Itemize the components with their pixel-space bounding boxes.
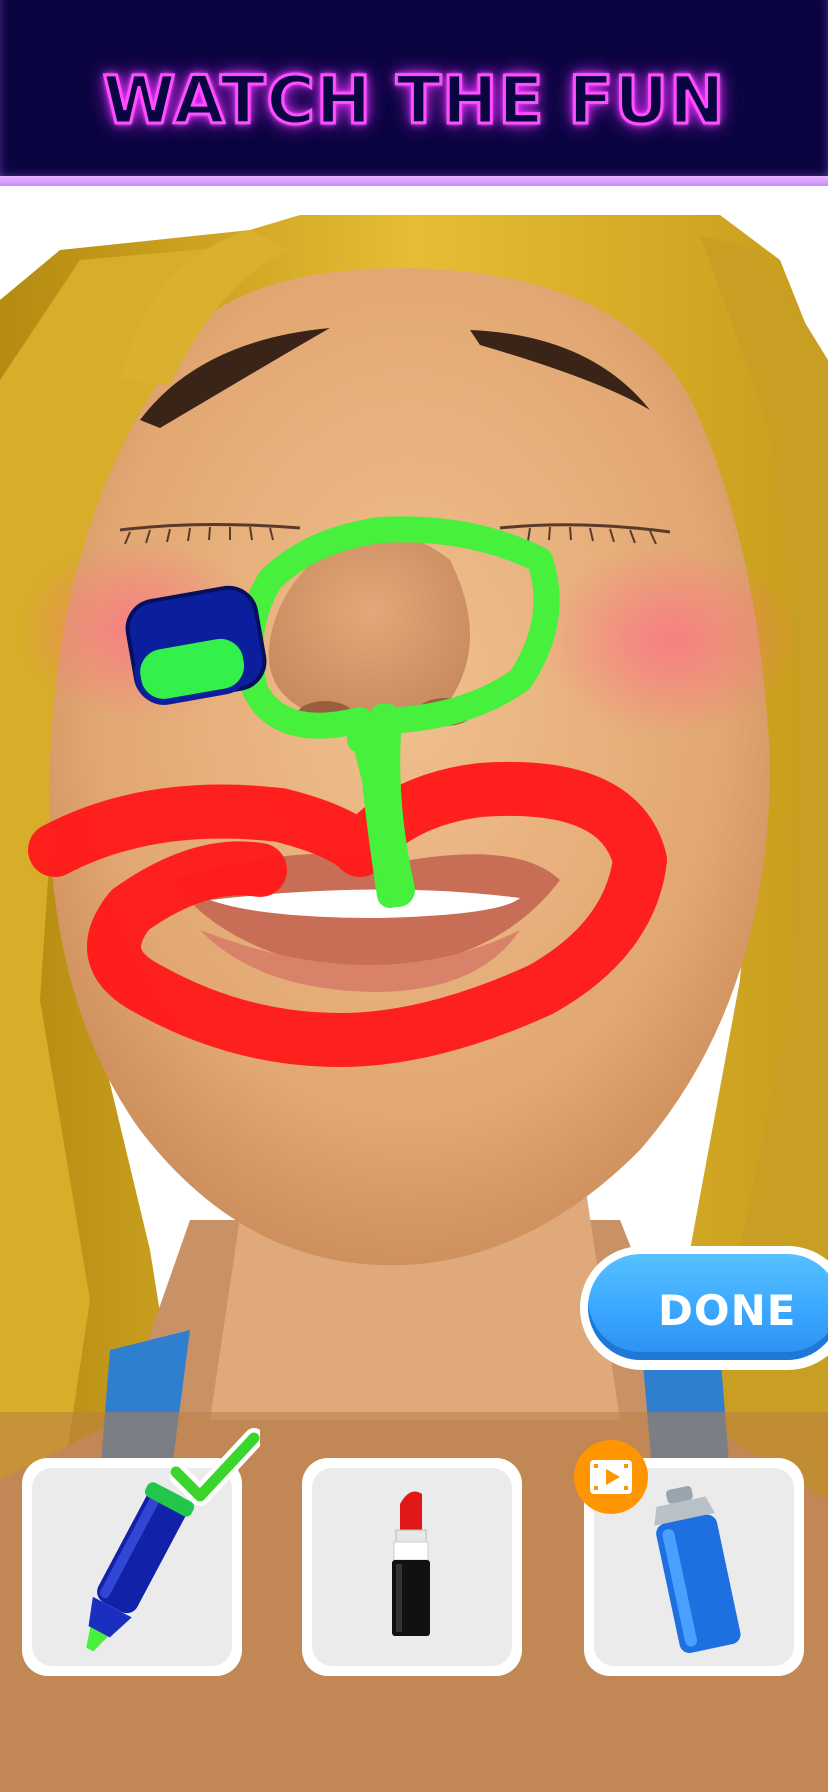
game-stage: WATCH THE FUN DONE bbox=[0, 0, 828, 1792]
done-button-label: DONE bbox=[658, 1286, 797, 1335]
top-banner: WATCH THE FUN bbox=[0, 0, 828, 186]
banner-title: WATCH THE FUN bbox=[101, 61, 726, 141]
done-button[interactable]: DONE bbox=[580, 1246, 828, 1370]
checkmark-icon bbox=[170, 1428, 260, 1506]
video-ad-icon bbox=[590, 1460, 632, 1494]
video-ad-badge bbox=[574, 1440, 648, 1514]
tool-lipstick-button[interactable] bbox=[302, 1458, 522, 1676]
banner-underline bbox=[0, 176, 828, 186]
done-button-face[interactable]: DONE bbox=[588, 1254, 828, 1360]
lipstick-icon bbox=[392, 1491, 430, 1636]
